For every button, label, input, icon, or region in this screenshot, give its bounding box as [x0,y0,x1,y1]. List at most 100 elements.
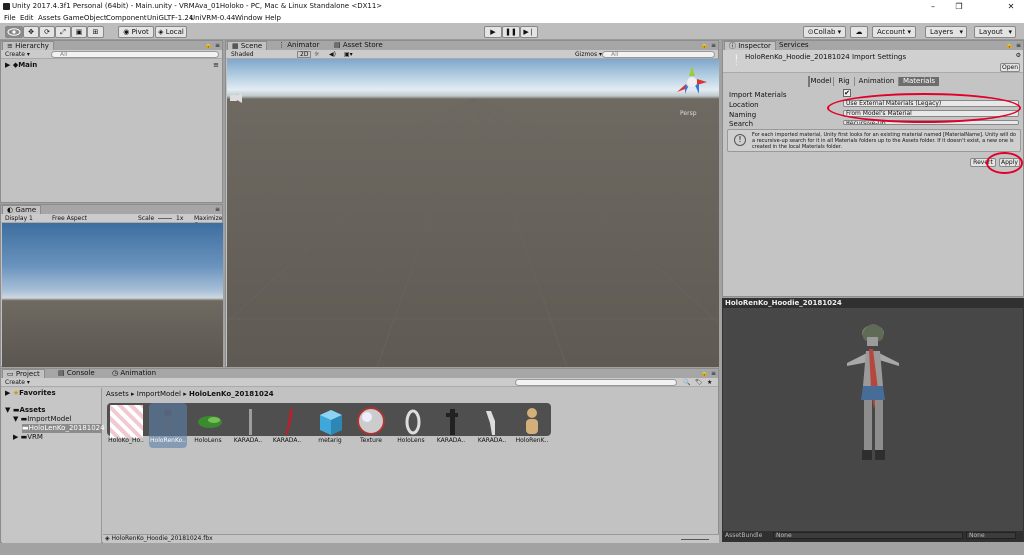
gizmos-dropdown[interactable]: Gizmos ▾ [575,51,602,58]
close-button[interactable]: ✕ [998,0,1024,13]
scale-tool-button[interactable]: ⤢ [55,26,71,38]
tab-animator[interactable]: ⋮ Animator [274,41,323,50]
breadcrumb-import-model[interactable]: ImportModel [137,390,181,398]
menu-unigltf[interactable]: UniGLTF-1.24 [147,13,193,23]
import-model-folder[interactable]: ▼ ▬ImportModel [13,415,71,423]
panel-menu-icon[interactable]: ≡ [711,370,716,377]
audio-icon[interactable]: ◀) [329,51,336,58]
filter-by-label-icon[interactable]: 🏷 [695,379,703,386]
move-tool-button[interactable]: ✥ [23,26,39,38]
scene-view[interactable]: Persp [227,59,719,367]
mesh-thumbnail-icon[interactable] [476,405,509,438]
favorites-item[interactable]: ▶ ★Favorites [5,389,56,397]
texture-thumbnail-icon[interactable] [110,405,143,438]
expand-arrow-icon[interactable]: ▼ [13,415,21,423]
hand-tool-button[interactable] [5,26,23,38]
expand-arrow-icon[interactable]: ▶ [5,389,13,397]
menu-window[interactable]: Window [235,13,263,23]
maximize-on-play-toggle[interactable]: Maximize C [194,215,222,229]
mesh-thumbnail-icon[interactable] [194,405,227,438]
avatar-mannequin-icon[interactable] [516,405,549,438]
mesh-thumbnail-icon[interactable] [151,405,184,438]
transform-tool-button[interactable]: ⊞ [87,26,104,38]
hierarchy-search-input[interactable]: All [51,51,219,58]
play-button[interactable]: ▶ [484,26,502,38]
project-search-input[interactable] [515,379,677,386]
pause-button[interactable]: ❚❚ [502,26,520,38]
vrm-folder[interactable]: ▶ ▬VRM [13,433,43,441]
menu-edit[interactable]: Edit [20,13,34,23]
create-dropdown[interactable]: Create ▾ [5,379,30,386]
mesh-thumbnail-icon[interactable] [234,405,267,438]
scene-search-input[interactable]: All [602,51,715,58]
mesh-thumbnail-icon[interactable] [273,405,306,438]
maximize-button[interactable]: ❐ [946,0,972,13]
lock-icon[interactable]: 🔒 [205,42,212,49]
expand-arrow-icon[interactable]: ▶ [5,61,13,69]
lock-icon[interactable]: 🔒 [1006,42,1013,49]
game-view[interactable] [2,223,223,367]
panel-menu-icon[interactable]: ≡ [1016,42,1021,49]
selected-folder[interactable]: ▬HoloLenKo_20181024 [22,424,105,433]
icon-size-slider[interactable] [681,539,709,540]
settings-icon[interactable]: ⚙ [1016,52,1021,59]
tab-scene[interactable]: ▦ Scene [227,41,268,50]
collab-button[interactable]: ⊙Collab ▾ [803,26,846,38]
breadcrumb-assets[interactable]: Assets [106,390,129,398]
lighting-icon[interactable]: ☼ [314,51,319,58]
assetbundle-name-dropdown[interactable]: None [773,532,963,539]
tab-project[interactable]: ▭ Project [2,369,45,378]
panel-menu-icon[interactable]: ≡ [215,206,220,213]
panel-menu-icon[interactable]: ≡ [215,42,220,49]
favorite-star-icon[interactable]: ★ [707,379,712,386]
scene-menu-icon[interactable]: ≡ [213,61,219,69]
display-dropdown[interactable]: Display 1 [5,215,33,222]
model-preview-view[interactable] [727,311,1019,521]
lock-icon[interactable]: 🔒 [701,42,708,49]
local-button[interactable]: ◈ Local [155,26,187,38]
menu-gameobject[interactable]: GameObject [63,13,107,23]
tab-hierarchy[interactable]: ≡ Hierarchy [2,41,54,50]
tab-inspector[interactable]: ⓘ Inspector [724,41,776,50]
mesh-thumbnail-icon[interactable] [436,405,469,438]
prefab-cube-icon[interactable] [314,405,347,438]
scene-gizmo-icon[interactable] [673,64,711,100]
aspect-dropdown[interactable]: Free Aspect [52,215,87,222]
breadcrumb-current[interactable]: HoloLenKo_20181024 [189,390,274,398]
tab-asset-store[interactable]: ▤ Asset Store [330,41,387,50]
perspective-label[interactable]: Persp [680,110,697,117]
cloud-button[interactable]: ☁ [850,26,868,38]
expand-arrow-icon[interactable]: ▶ [13,433,21,441]
minimize-button[interactable]: – [920,0,946,13]
import-materials-checkbox[interactable]: ✔ [843,89,851,97]
panel-menu-icon[interactable]: ≡ [711,42,716,49]
filter-by-type-icon[interactable]: 🔍 [683,379,690,386]
open-button[interactable]: Open [1000,63,1020,72]
2d-toggle[interactable]: 2D [297,51,312,58]
shading-dropdown[interactable]: Shaded [231,51,254,58]
tab-services[interactable]: Services [775,41,813,50]
assets-folder[interactable]: ▼ ▬Assets [5,406,45,414]
scale-slider[interactable] [158,218,172,219]
camera-icon[interactable] [229,91,242,105]
tab-console[interactable]: ▤ Console [54,369,99,378]
assetbundle-variant-dropdown[interactable]: None [966,532,1016,539]
menu-univrm[interactable]: UniVRM-0.44 [190,13,235,23]
pivot-button[interactable]: ◉ Pivot [118,26,154,38]
account-dropdown[interactable]: Account ▾ [872,26,916,38]
lock-icon[interactable]: 🔒 [701,370,708,377]
expand-arrow-icon[interactable]: ▼ [5,406,13,414]
rect-tool-button[interactable]: ▣ [71,26,87,38]
rotate-tool-button[interactable]: ⟳ [39,26,55,38]
scene-item[interactable]: ▶ ◆Main [5,61,37,69]
menu-file[interactable]: File [4,13,16,23]
tab-game[interactable]: ◐ Game [2,205,42,214]
create-dropdown[interactable]: Create ▾ [5,51,30,58]
material-sphere-icon[interactable] [355,405,388,438]
menu-help[interactable]: Help [265,13,281,23]
menu-component[interactable]: Component [106,13,147,23]
mesh-thumbnail-icon[interactable] [396,405,429,438]
step-button[interactable]: ▶❘ [520,26,538,38]
layers-dropdown[interactable]: Layers ▾ [925,26,967,38]
menu-assets[interactable]: Assets [38,13,61,23]
